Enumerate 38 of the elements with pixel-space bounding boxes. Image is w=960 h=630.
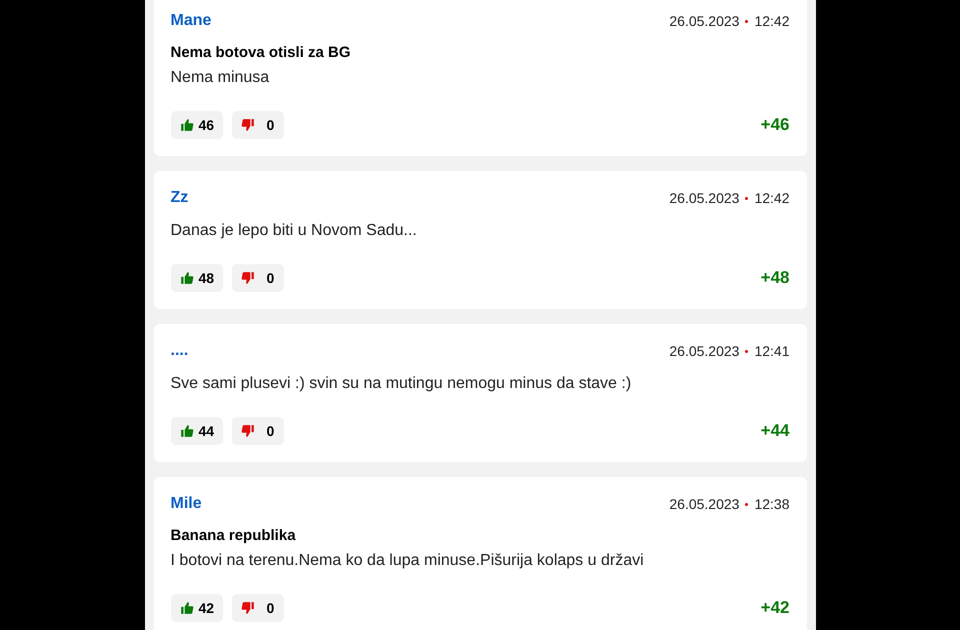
dislike-button[interactable]: 0: [232, 264, 284, 292]
comment-text: I botovi na terenu.Nema ko da lupa minuse.Pišurija kolaps u državi: [170, 551, 645, 571]
comment-author[interactable]: Mane: [170, 9, 212, 33]
thumbs-down-icon: [240, 424, 254, 438]
comment-author[interactable]: Zz: [170, 186, 188, 210]
comment-date: 26.05.2023: [669, 188, 740, 208]
comment-date: 26.05.2023: [669, 494, 740, 514]
dislike-button[interactable]: 0: [232, 111, 284, 139]
thumbs-up-icon: [180, 118, 194, 132]
comment-score: +48: [760, 267, 790, 290]
comment-author[interactable]: ....: [170, 339, 188, 363]
comment-score: +42: [760, 597, 790, 620]
comment-score: +46: [760, 114, 790, 136]
comment-author[interactable]: Mile: [170, 492, 202, 516]
comment-time: 12:41: [754, 342, 790, 360]
like-button[interactable]: 48: [170, 264, 222, 292]
comment-title: Banana republika: [170, 526, 297, 546]
comment-time: 12:42: [754, 12, 790, 30]
thumbs-down-icon: [240, 118, 254, 132]
thumbs-up-icon: [180, 601, 194, 615]
like-button[interactable]: 44: [170, 417, 222, 445]
thumbs-down-icon: [240, 271, 254, 285]
comment-date: 26.05.2023: [669, 12, 740, 30]
thumbs-up-icon: [180, 424, 194, 438]
comment-score: +44: [760, 420, 790, 442]
comment-text: Danas je lepo biti u Novom Sadu...: [170, 221, 418, 241]
comment-time: 12:42: [754, 188, 790, 208]
dislike-button[interactable]: 0: [232, 417, 284, 445]
comment-title: Nema botova otisli za BG: [170, 43, 352, 63]
like-button[interactable]: 46: [170, 111, 222, 139]
thumbs-up-icon: [180, 271, 194, 285]
dislike-button[interactable]: 0: [232, 594, 284, 622]
comment-date: 26.05.2023: [669, 342, 740, 360]
comment-text: Nema minusa: [170, 68, 270, 88]
comment-time: 12:38: [754, 494, 790, 514]
like-button[interactable]: 42: [170, 594, 222, 622]
comment-text: Sve sami plusevi :) svin su na mutingu nemogu minus da stave :): [170, 374, 632, 394]
thumbs-down-icon: [240, 601, 254, 615]
